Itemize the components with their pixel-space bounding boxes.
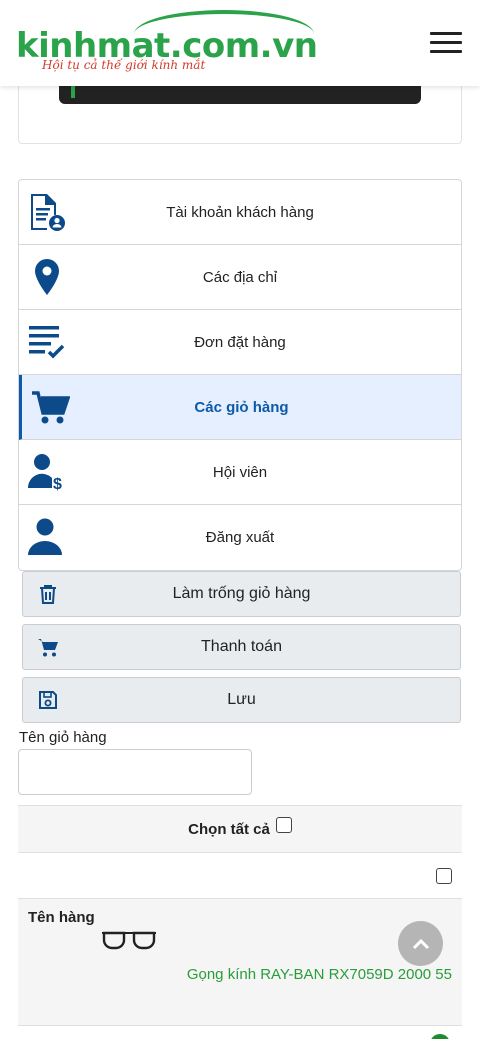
select-all-row: Chọn tất cả [18,805,462,853]
status-dot [430,1034,450,1039]
empty-cart-label: Làm trống giỏ hàng [172,585,311,602]
menu-item-label: Tài khoản khách hàng [166,203,314,221]
select-all-checkbox[interactable] [275,817,292,833]
cart-icon [38,639,58,657]
order-list-check-icon [29,326,65,359]
member-dollar-icon: $ [27,454,62,492]
map-pin-icon [35,259,59,295]
chevron-up-icon [412,938,429,949]
menu-item-logout[interactable]: Đăng xuất [19,505,461,570]
checkout-label: Thanh toán [201,638,282,655]
menu-item-addresses[interactable]: Các địa chỉ [19,245,461,310]
product-name-link[interactable]: Gọng kính RAY-BAN RX7059D 2000 55 [187,966,452,983]
menu-item-label: Đơn đặt hàng [194,333,286,351]
user-document-icon [31,194,65,231]
site-header: kinhmat.com.vn Hội tụ cả thế giới kính m… [0,0,480,86]
hamburger-menu-icon[interactable] [430,32,462,54]
trash-icon [40,585,56,604]
table-row [18,1026,462,1039]
checkout-button[interactable]: Thanh toán [22,624,461,670]
menu-item-label: Hội viên [212,463,268,481]
cart-name-label: Tên giỏ hàng [19,729,107,746]
shopping-cart-icon [32,391,70,424]
scroll-to-top-button[interactable] [398,921,443,966]
account-menu: Tài khoản khách hàng Các địa chỉ Đơn đặt… [18,179,462,571]
save-floppy-icon [39,691,57,709]
cart-table: Chọn tất cả Tên hàng Gọng kính RAY-BAN R… [18,805,462,1039]
top-card [18,86,462,144]
row-checkbox[interactable] [436,868,452,884]
menu-item-orders[interactable]: Đơn đặt hàng [19,310,461,375]
glasses-product-image[interactable] [100,927,158,953]
table-row [18,853,462,899]
menu-item-account[interactable]: Tài khoản khách hàng [19,180,461,245]
logo-tagline: Hội tụ cả thế giới kính mắt [42,58,206,72]
cart-name-input[interactable] [18,749,252,795]
site-logo[interactable]: kinhmat.com.vn Hội tụ cả thế giới kính m… [16,10,336,76]
dark-banner [59,86,421,104]
menu-item-membership[interactable]: $ Hội viên [19,440,461,505]
menu-item-label: Các địa chỉ [202,268,278,286]
save-label: Lưu [227,691,256,708]
svg-text:$: $ [53,476,62,492]
user-logout-icon [28,518,62,555]
menu-item-carts[interactable]: Các giỏ hàng [19,375,461,440]
menu-item-label: Đăng xuất [205,529,275,546]
product-column-header: Tên hàng [28,909,95,926]
menu-item-label: Các giỏ hàng [194,398,289,416]
empty-cart-button[interactable]: Làm trống giỏ hàng [22,571,461,617]
select-all-label: Chọn tất cả [188,820,270,838]
table-row: Tên hàng Gọng kính RAY-BAN RX7059D 2000 … [18,899,462,1026]
save-button[interactable]: Lưu [22,677,461,723]
